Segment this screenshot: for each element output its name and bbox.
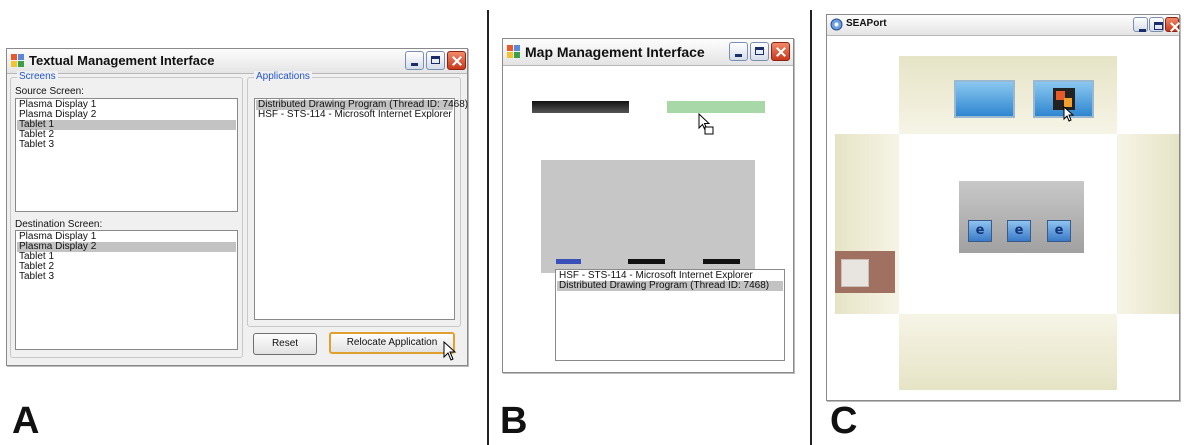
panel-label-b: B (500, 400, 528, 442)
list-item[interactable]: Tablet 3 (17, 140, 236, 150)
applications-group-legend: Applications (254, 71, 312, 82)
close-button[interactable] (771, 42, 790, 61)
mouse-pointer-icon (443, 341, 457, 361)
minimize-button[interactable] (405, 51, 424, 70)
tablet-1-block[interactable] (556, 259, 581, 264)
left-device-icon (841, 259, 869, 287)
left-device-zone[interactable] (835, 251, 895, 293)
table-area[interactable] (959, 181, 1084, 253)
destination-screen-label: Destination Screen: (15, 219, 103, 230)
panel-divider-1 (487, 10, 489, 445)
screens-groupbox: Screens Source Screen: Plasma Display 1P… (10, 71, 243, 358)
mouse-pointer-icon (1063, 106, 1075, 122)
minimize-button[interactable] (1133, 17, 1148, 32)
application-popup-list[interactable]: HSF - STS-114 - Microsoft Internet Explo… (555, 269, 785, 361)
tablet-2-block[interactable] (628, 259, 665, 264)
list-item[interactable]: HSF - STS-114 - Microsoft Internet Explo… (256, 110, 453, 120)
maximize-button[interactable] (426, 51, 445, 70)
table-area[interactable] (541, 160, 755, 273)
source-screen-list[interactable]: Plasma Display 1 Plasma Display 2 Tablet 1… (15, 98, 238, 212)
applications-groupbox: Applications Distributed Drawing Program… (247, 71, 468, 327)
tablet-1-ie-icon[interactable]: e (968, 220, 992, 242)
seaport-app-icon (830, 18, 843, 31)
panel-divider-2 (810, 10, 812, 445)
app-window-icon (11, 54, 25, 67)
tablet-3-ie-icon[interactable]: e (1047, 220, 1071, 242)
list-item[interactable]: Distributed Drawing Program (Thread ID: … (557, 281, 783, 291)
seaport-window: SEAPort e e e (826, 14, 1180, 401)
plasma-display-1-icon[interactable] (954, 80, 1015, 118)
maximize-button[interactable] (1149, 17, 1164, 32)
window-title: Textual Management Interface (29, 53, 215, 68)
seaport-canvas: e e e (827, 36, 1179, 400)
seaport-titlebar[interactable]: SEAPort (827, 15, 1179, 36)
tablet-3-block[interactable] (703, 259, 740, 264)
minimize-button[interactable] (729, 42, 748, 61)
map-titlebar[interactable]: Map Management Interface (503, 39, 793, 66)
list-item[interactable]: Tablet 3 (17, 272, 236, 282)
textual-management-window: Textual Management Interface Screens Sou… (6, 48, 468, 366)
applications-list[interactable]: Distributed Drawing Program (Thread ID: … (254, 98, 468, 320)
panel-label-c: C (830, 400, 858, 442)
plasma-display-1-block[interactable] (532, 101, 629, 113)
right-zone (1117, 134, 1179, 314)
window-title: Map Management Interface (525, 44, 705, 60)
map-canvas: HSF - STS-114 - Microsoft Internet Explo… (503, 66, 793, 372)
screens-group-legend: Screens (17, 71, 58, 82)
window-title: SEAPort (846, 18, 887, 29)
tablet-2-ie-icon[interactable]: e (1007, 220, 1031, 242)
source-screen-label: Source Screen: (15, 86, 84, 97)
drag-cursor-icon (698, 113, 714, 135)
app-window-icon (507, 45, 521, 58)
plasma-display-2-block[interactable] (667, 101, 765, 113)
bottom-zone (899, 314, 1117, 390)
relocate-application-button[interactable]: Relocate Application (329, 332, 455, 354)
close-button[interactable] (447, 51, 466, 70)
reset-button[interactable]: Reset (253, 333, 317, 355)
destination-screen-list[interactable]: Plasma Display 1 Plasma Display 2 Tablet 1… (15, 230, 238, 350)
textual-titlebar[interactable]: Textual Management Interface (7, 49, 467, 74)
close-button[interactable] (1165, 17, 1179, 32)
map-management-window: Map Management Interface HSF - STS-114 -… (502, 38, 794, 373)
panel-label-a: A (12, 400, 40, 442)
maximize-button[interactable] (750, 42, 769, 61)
